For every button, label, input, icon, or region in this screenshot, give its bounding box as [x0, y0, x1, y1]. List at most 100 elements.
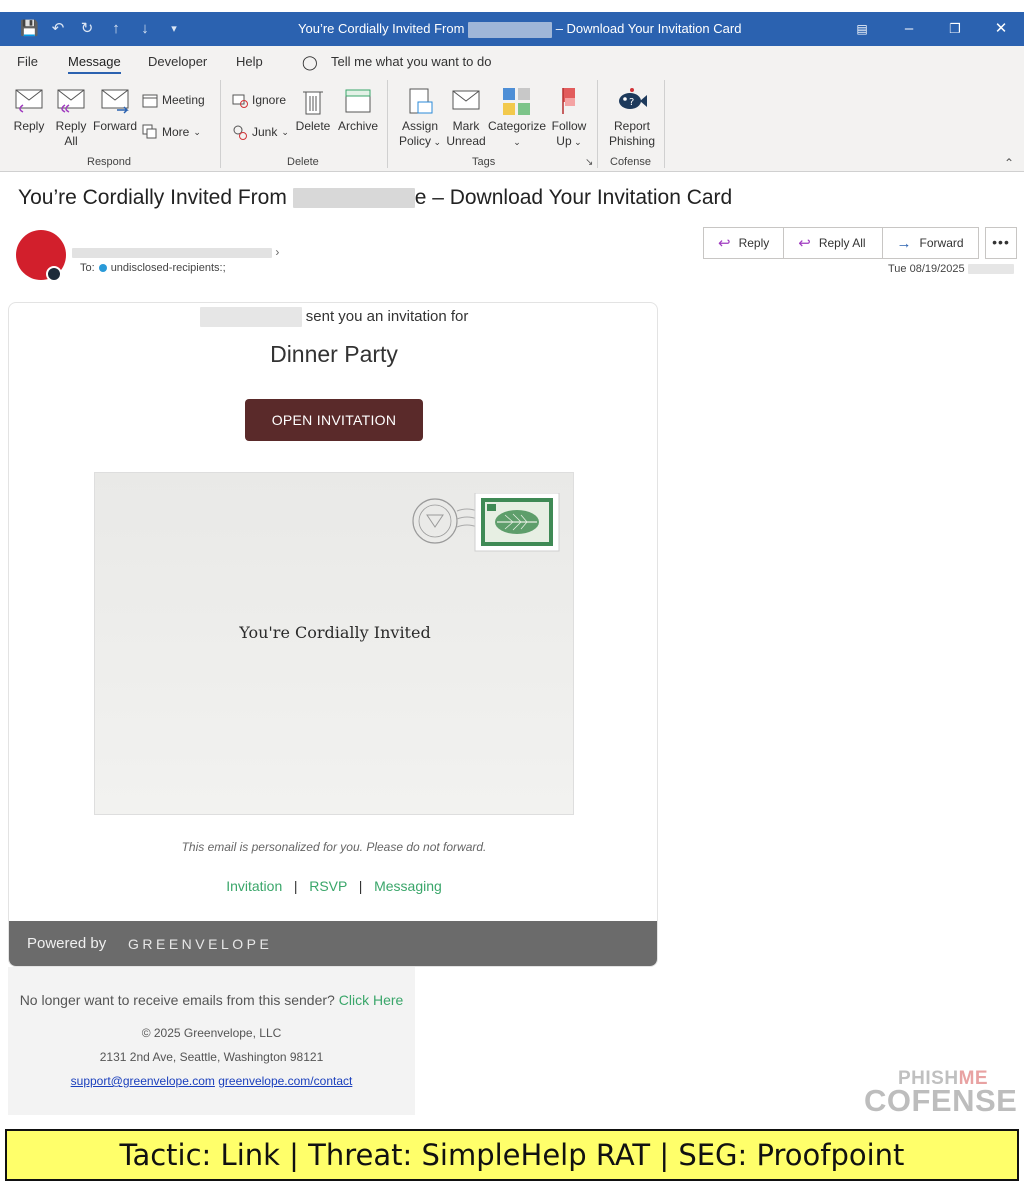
- message-actions: ↩ Reply ↩ Reply All → Forward: [703, 227, 979, 259]
- group-separator: [220, 80, 221, 168]
- company-address: 2131 2nd Ave, Seattle, Washington 98121: [99, 1050, 324, 1064]
- event-name: Dinner Party: [270, 341, 398, 367]
- open-invitation-button[interactable]: OPEN INVITATION: [245, 399, 423, 441]
- group-separator: [664, 80, 665, 168]
- phishing-fish-icon: ?: [619, 88, 647, 109]
- invitation-envelope-image[interactable]: You're Cordially Invited: [94, 472, 574, 815]
- forward-action-button[interactable]: → Forward: [883, 228, 978, 258]
- restore-icon[interactable]: ❐: [944, 18, 966, 40]
- meeting-button[interactable]: Meeting: [142, 92, 205, 108]
- junk-icon: [233, 125, 247, 140]
- postmark-stamp-icon: [412, 493, 560, 552]
- archive-icon: [345, 89, 371, 113]
- trash-icon: [303, 91, 323, 115]
- categorize-button[interactable]: Categorize ⌄: [488, 86, 546, 150]
- presence-status-icon: [46, 266, 62, 282]
- invitation-link[interactable]: Invitation: [226, 878, 282, 894]
- group-label-cofense: Cofense: [610, 156, 651, 168]
- support-email-link[interactable]: support@greenvelope.com: [71, 1074, 215, 1088]
- redacted-time: [967, 264, 1014, 275]
- powered-by-label: Powered by: [27, 935, 107, 952]
- ribbon-tabs: File Message Developer Help ◯ Tell me wh…: [0, 46, 1024, 78]
- personalization-note: This email is personalized for you. Plea…: [181, 840, 487, 854]
- recipient-status-icon: [98, 264, 107, 272]
- archive-button[interactable]: Archive: [336, 86, 380, 134]
- redacted-sender: [468, 21, 553, 38]
- message-subject: You’re Cordially Invited From e – Downlo…: [18, 186, 733, 209]
- reply-all-icon: [57, 89, 85, 113]
- messaging-link[interactable]: Messaging: [374, 878, 442, 894]
- reply-arrow-icon: ↩: [718, 235, 731, 252]
- group-separator: [597, 80, 598, 168]
- envelope-icon: [452, 90, 480, 110]
- collapse-ribbon-icon[interactable]: ⌃: [1004, 156, 1014, 170]
- copyright: © 2025 Greenvelope, LLC: [141, 1026, 282, 1040]
- delete-button[interactable]: Delete: [294, 86, 332, 134]
- contact-page-link[interactable]: greenvelope.com/contact: [218, 1074, 352, 1088]
- save-icon[interactable]: 💾: [20, 20, 39, 38]
- sender-address[interactable]: ›: [72, 245, 279, 259]
- redacted-sender-name: [292, 188, 415, 209]
- tab-message[interactable]: Message: [68, 54, 121, 74]
- email-legal-footer: No longer want to receive emails from th…: [8, 967, 415, 1115]
- group-separator: [387, 80, 388, 168]
- reply-all-action-button[interactable]: ↩ Reply All: [784, 228, 883, 258]
- forward-button[interactable]: Forward: [92, 86, 138, 134]
- tell-me-search[interactable]: Tell me what you want to do: [331, 54, 491, 69]
- window-title: You’re Cordially Invited From – Download…: [298, 21, 742, 38]
- contact-links: support@greenvelope.com greenvelope.com/…: [8, 1074, 415, 1088]
- greenvelope-logo[interactable]: GREENVELOPE: [128, 936, 272, 952]
- rsvp-link[interactable]: RSVP: [309, 878, 347, 894]
- assign-policy-button[interactable]: Assign Policy ⌄: [397, 86, 443, 150]
- powered-by-bar: Powered by GREENVELOPE: [9, 921, 657, 966]
- policy-icon: [409, 88, 433, 114]
- categorize-icon: [503, 88, 530, 115]
- close-icon[interactable]: ✕: [990, 18, 1012, 40]
- tab-help[interactable]: Help: [236, 54, 263, 69]
- more-respond-button[interactable]: More ⌄: [142, 124, 201, 140]
- customize-toolbar-icon[interactable]: ▾: [165, 20, 183, 38]
- group-label-delete: Delete: [287, 156, 319, 168]
- ribbon: Reply Reply All Forward Meeting More ⌄ Res…: [0, 78, 1024, 172]
- dialog-launcher-icon[interactable]: ↘: [585, 157, 593, 168]
- more-icon: [142, 124, 157, 139]
- unsubscribe-link[interactable]: Click Here: [339, 992, 404, 1008]
- reply-button[interactable]: Reply: [10, 86, 48, 134]
- mark-unread-button[interactable]: Mark Unread: [445, 86, 487, 149]
- svg-text:?: ?: [629, 97, 634, 108]
- recipients[interactable]: undisclosed-recipients:;: [111, 262, 226, 274]
- message-date: Tue 08/19/2025: [888, 263, 1014, 275]
- to-line: To: undisclosed-recipients:;: [80, 262, 226, 274]
- unsubscribe-line: No longer want to receive emails from th…: [19, 992, 404, 1008]
- next-item-icon[interactable]: ↓: [136, 20, 154, 38]
- flag-icon: [562, 88, 575, 114]
- forward-icon: [101, 89, 129, 114]
- email-body-card: sent you an invitation for Dinner Party …: [8, 302, 658, 967]
- redacted-host-name: [199, 307, 302, 327]
- minimize-icon[interactable]: –: [898, 18, 920, 40]
- forward-arrow-icon: →: [896, 234, 912, 252]
- junk-button[interactable]: Junk ⌄: [232, 124, 289, 140]
- tab-developer[interactable]: Developer: [148, 54, 207, 69]
- redacted-sender-address: [72, 247, 272, 258]
- ribbon-display-icon[interactable]: ▤: [851, 18, 873, 40]
- sent-invitation-line: sent you an invitation for: [9, 307, 657, 327]
- report-phishing-button[interactable]: ? Report Phishing: [605, 86, 659, 149]
- reply-all-button[interactable]: Reply All: [52, 86, 90, 149]
- to-label: To:: [80, 262, 95, 274]
- threat-summary-banner: Tactic: Link | Threat: SimpleHelp RAT | …: [5, 1129, 1019, 1181]
- tab-file[interactable]: File: [17, 54, 38, 69]
- cofense-watermark: COFENSE: [864, 1083, 1018, 1118]
- more-actions-button[interactable]: •••: [985, 227, 1017, 259]
- undo-icon[interactable]: ↶: [49, 20, 67, 38]
- ignore-button[interactable]: Ignore: [232, 92, 286, 108]
- follow-up-button[interactable]: Follow Up ⌄: [548, 86, 590, 150]
- redo-icon[interactable]: ↻: [78, 20, 96, 38]
- group-label-respond: Respond: [87, 156, 132, 168]
- reply-icon: [15, 89, 43, 113]
- group-label-tags: Tags: [472, 156, 496, 168]
- reply-action-button[interactable]: ↩ Reply: [704, 228, 785, 258]
- title-bar: 💾 ↶ ↻ ↑ ↓ ▾ You’re Cordially Invited Fro…: [0, 12, 1024, 46]
- ignore-icon: [232, 94, 248, 108]
- previous-item-icon[interactable]: ↑: [107, 20, 125, 38]
